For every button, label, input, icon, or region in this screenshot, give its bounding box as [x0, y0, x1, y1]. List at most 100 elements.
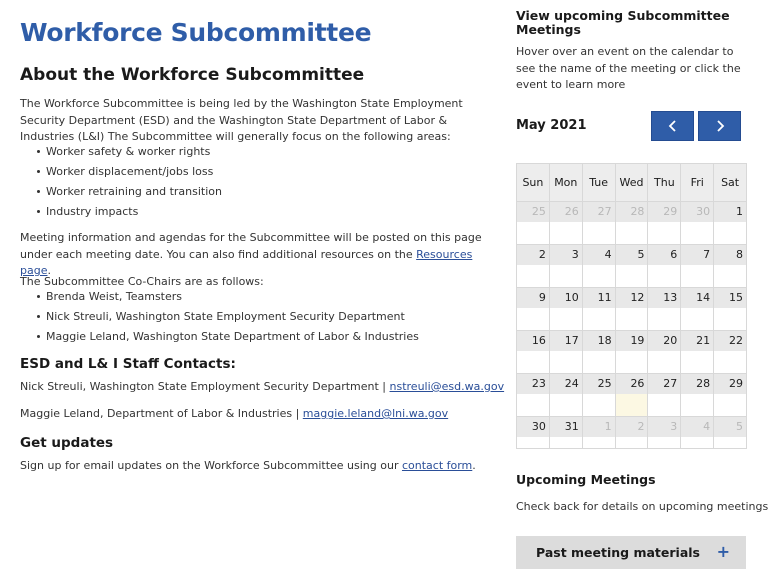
calendar-day[interactable]: 1: [582, 417, 616, 448]
calendar-day[interactable]: 6: [648, 245, 682, 287]
updates-text: Sign up for email updates on the Workfor…: [20, 459, 402, 472]
calendar-day[interactable]: 21: [681, 331, 715, 373]
calendar-day-number: 12: [630, 291, 645, 304]
calendar-day-number: 26: [564, 205, 579, 218]
cochairs-intro: The Subcommittee Co-Chairs are as follow…: [20, 275, 264, 288]
calendar-day[interactable]: 9: [517, 288, 550, 330]
calendar-day[interactable]: 17: [549, 331, 583, 373]
next-month-button[interactable]: [698, 111, 741, 141]
calendar-day-number: 4: [604, 248, 612, 261]
calendar-help-text: Hover over an event on the calendar to s…: [516, 45, 741, 91]
calendar-day[interactable]: 22: [714, 331, 747, 373]
calendar-day-events: [517, 308, 549, 330]
calendar-day[interactable]: 31: [549, 417, 583, 448]
calendar-day-number: 26: [630, 377, 645, 390]
calendar-day[interactable]: 30: [681, 202, 715, 244]
calendar-day[interactable]: 28: [681, 374, 715, 416]
calendar-day[interactable]: 4: [582, 245, 616, 287]
calendar-day-events: [549, 437, 582, 448]
calendar-day[interactable]: 15: [714, 288, 747, 330]
contact-form-link[interactable]: contact form: [402, 459, 472, 472]
calendar-day-events: [615, 222, 648, 244]
calendar-day[interactable]: 28: [615, 202, 649, 244]
calendar-day-number: 6: [670, 248, 678, 261]
calendar-week: 2 3 4 5 6 7 8: [517, 245, 747, 288]
calendar-day-events: [615, 351, 648, 373]
calendar-day[interactable]: 5: [714, 417, 747, 448]
calendar-day[interactable]: 25: [517, 202, 550, 244]
calendar-day[interactable]: 29: [648, 202, 682, 244]
past-meeting-materials-toggle[interactable]: Past meeting materials +: [516, 536, 746, 569]
maggie-email-link[interactable]: maggie.leland@lni.wa.gov: [303, 407, 448, 420]
calendar-day-events: [714, 265, 747, 287]
calendar: Sun Mon Tue Wed Thu Fri Sat 25 26 27 28 29 30…: [516, 163, 747, 449]
calendar-day-events: [648, 222, 681, 244]
sidebar-title: View upcoming Subcommittee Meetings: [516, 8, 730, 37]
calendar-day[interactable]: 3: [648, 417, 682, 448]
calendar-day[interactable]: 25: [582, 374, 616, 416]
calendar-day[interactable]: 20: [648, 331, 682, 373]
calendar-day[interactable]: 4: [681, 417, 715, 448]
calendar-day-number: 4: [703, 420, 711, 433]
calendar-day[interactable]: 24: [549, 374, 583, 416]
calendar-day[interactable]: 30: [517, 417, 550, 448]
calendar-day-events: [681, 351, 714, 373]
calendar-day[interactable]: 7: [681, 245, 715, 287]
calendar-day[interactable]: 5: [615, 245, 649, 287]
calendar-day-events: [517, 222, 549, 244]
calendar-day[interactable]: 2: [615, 417, 649, 448]
calendar-day-number: 25: [531, 205, 546, 218]
calendar-day[interactable]: 10: [549, 288, 583, 330]
calendar-day-events: [549, 351, 582, 373]
calendar-day[interactable]: 11: [582, 288, 616, 330]
weekday-label: Fri: [681, 164, 715, 201]
calendar-day[interactable]: 26: [549, 202, 583, 244]
calendar-day-events: [582, 265, 615, 287]
contact-nick: Nick Streuli, Washington State Employmen…: [20, 380, 504, 393]
calendar-day-number: 18: [597, 334, 612, 347]
calendar-day[interactable]: 18: [582, 331, 616, 373]
calendar-day-number: 11: [597, 291, 612, 304]
page-title: Workforce Subcommittee: [20, 18, 372, 47]
calendar-day[interactable]: 8: [714, 245, 747, 287]
weekday-label: Sun: [517, 164, 550, 201]
calendar-day[interactable]: 19: [615, 331, 649, 373]
calendar-day-number: 2: [637, 420, 645, 433]
calendar-day[interactable]: 14: [681, 288, 715, 330]
calendar-day[interactable]: 29: [714, 374, 747, 416]
calendar-day-today[interactable]: 26: [615, 374, 649, 416]
calendar-day[interactable]: 27: [582, 202, 616, 244]
weekday-label: Wed: [616, 164, 649, 201]
calendar-day-events: [714, 351, 747, 373]
nick-email-link[interactable]: nstreuli@esd.wa.gov: [390, 380, 505, 393]
updates-heading: Get updates: [20, 435, 114, 451]
calendar-day[interactable]: 2: [517, 245, 550, 287]
calendar-day[interactable]: 27: [648, 374, 682, 416]
calendar-day-events: [681, 437, 714, 448]
calendar-day-events: [714, 437, 747, 448]
calendar-day-events: [582, 437, 615, 448]
list-item: Nick Streuli, Washington State Employmen…: [37, 310, 419, 330]
calendar-day-number: 10: [564, 291, 579, 304]
calendar-day[interactable]: 3: [549, 245, 583, 287]
calendar-day[interactable]: 13: [648, 288, 682, 330]
calendar-day-events: [648, 308, 681, 330]
calendar-day[interactable]: 1: [714, 202, 747, 244]
calendar-day-number: 14: [696, 291, 711, 304]
calendar-week: 25 26 27 28 29 30 1: [517, 202, 747, 245]
calendar-day[interactable]: 16: [517, 331, 550, 373]
calendar-day-number: 20: [663, 334, 678, 347]
contacts-heading: ESD and L& I Staff Contacts:: [20, 356, 236, 372]
calendar-day-number: 22: [729, 334, 744, 347]
list-item: Worker displacement/jobs loss: [36, 165, 222, 185]
list-item: Maggie Leland, Washington State Departme…: [37, 330, 419, 350]
meeting-info-paragraph: Meeting information and agendas for the …: [20, 230, 485, 280]
calendar-day-events: [549, 222, 582, 244]
calendar-day[interactable]: 12: [615, 288, 649, 330]
calendar-day-events: [648, 437, 681, 448]
calendar-day[interactable]: 23: [517, 374, 550, 416]
weekday-label: Sat: [721, 176, 740, 189]
list-item: Worker retraining and transition: [36, 185, 222, 205]
calendar-day-number: 8: [736, 248, 744, 261]
previous-month-button[interactable]: [651, 111, 694, 141]
